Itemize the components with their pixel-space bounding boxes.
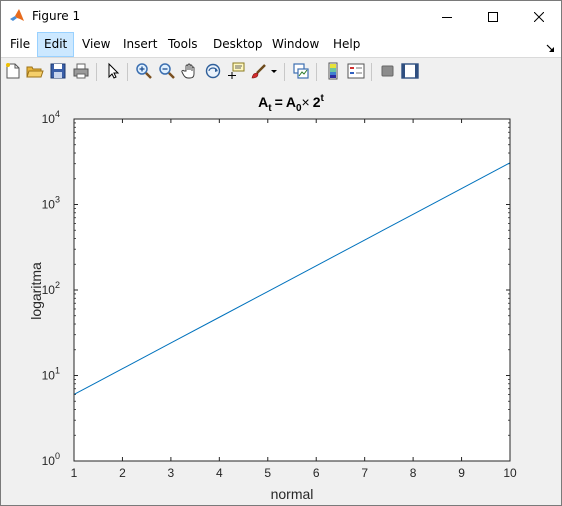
- legend-icon[interactable]: [347, 62, 365, 80]
- new-figure-icon[interactable]: [4, 62, 22, 80]
- x-tick-label: 3: [168, 466, 175, 480]
- y-tick-label: 104: [42, 109, 60, 126]
- y-tick-label: 101: [42, 366, 60, 383]
- x-tick-label: 2: [119, 466, 126, 480]
- menu-window[interactable]: Window: [266, 32, 325, 57]
- figure-toolbar: [1, 57, 561, 86]
- close-button[interactable]: [516, 1, 561, 32]
- link-plot-icon[interactable]: [292, 62, 310, 80]
- x-tick-label: 6: [313, 466, 320, 480]
- pointer-icon[interactable]: [104, 62, 122, 80]
- minimize-button[interactable]: [424, 1, 470, 32]
- show-plot-tools-icon[interactable]: [401, 62, 419, 80]
- minimize-icon: [442, 16, 452, 18]
- x-axis-label: normal: [271, 486, 314, 502]
- title-bar[interactable]: Figure 1: [1, 1, 561, 32]
- x-tick-label: 1: [71, 466, 78, 480]
- dock-arrow-icon[interactable]: [546, 40, 555, 52]
- maximize-button[interactable]: [470, 1, 516, 32]
- x-tick-label: 9: [458, 466, 465, 480]
- maximize-icon: [488, 11, 498, 22]
- toolbar-separator: [96, 63, 97, 81]
- x-tick-label: 4: [216, 466, 223, 480]
- zoom-in-icon[interactable]: [135, 62, 153, 80]
- rotate-3d-icon[interactable]: [204, 62, 222, 80]
- save-icon[interactable]: [49, 62, 67, 80]
- brush-icon[interactable]: [250, 62, 268, 80]
- x-tick-label: 8: [410, 466, 417, 480]
- hide-plot-tools-icon[interactable]: [379, 62, 397, 80]
- y-tick-label: 102: [42, 280, 60, 297]
- brush-dropdown-icon[interactable]: [269, 62, 279, 80]
- menu-view[interactable]: View: [76, 32, 116, 57]
- menu-tools[interactable]: Tools: [162, 32, 204, 57]
- close-icon: [534, 11, 544, 22]
- print-icon[interactable]: [72, 62, 90, 80]
- y-tick-label: 100: [42, 451, 60, 468]
- axes-background: [74, 119, 510, 461]
- pan-hand-icon[interactable]: [181, 62, 199, 80]
- x-tick-label: 7: [361, 466, 368, 480]
- y-axis-label: logaritma: [28, 262, 44, 320]
- menu-file[interactable]: File: [4, 32, 36, 57]
- y-tick-label: 103: [42, 195, 60, 212]
- x-tick-label: 10: [503, 466, 517, 480]
- open-file-icon[interactable]: [26, 62, 44, 80]
- zoom-out-icon[interactable]: [158, 62, 176, 80]
- chart-title: At = A0× 2t: [258, 93, 324, 114]
- toolbar-separator: [316, 63, 317, 81]
- window-title: Figure 1: [32, 9, 81, 23]
- plot-svg[interactable]: At = A0× 2t 1 2 3 4 5 6 7 8 9 10 100 101 102 103 104 norm…: [1, 85, 561, 505]
- data-cursor-icon[interactable]: [227, 62, 245, 80]
- colorbar-icon[interactable]: [324, 62, 342, 80]
- toolbar-separator: [371, 63, 372, 81]
- figure-canvas[interactable]: At = A0× 2t 1 2 3 4 5 6 7 8 9 10 100 101 102 103 104 norm…: [1, 85, 561, 505]
- menu-edit[interactable]: Edit: [37, 32, 75, 57]
- menu-desktop[interactable]: Desktop: [207, 32, 269, 57]
- toolbar-separator: [127, 63, 128, 81]
- toolbar-separator: [284, 63, 285, 81]
- menu-insert[interactable]: Insert: [117, 32, 163, 57]
- x-tick-label: 5: [264, 466, 271, 480]
- menu-help[interactable]: Help: [327, 32, 366, 57]
- menu-bar: File Edit View Insert Tools Desktop Wind…: [1, 32, 561, 57]
- matlab-logo-icon: [9, 8, 25, 24]
- figure-window: Figure 1 File Edit View Insert Tools Des…: [0, 0, 562, 506]
